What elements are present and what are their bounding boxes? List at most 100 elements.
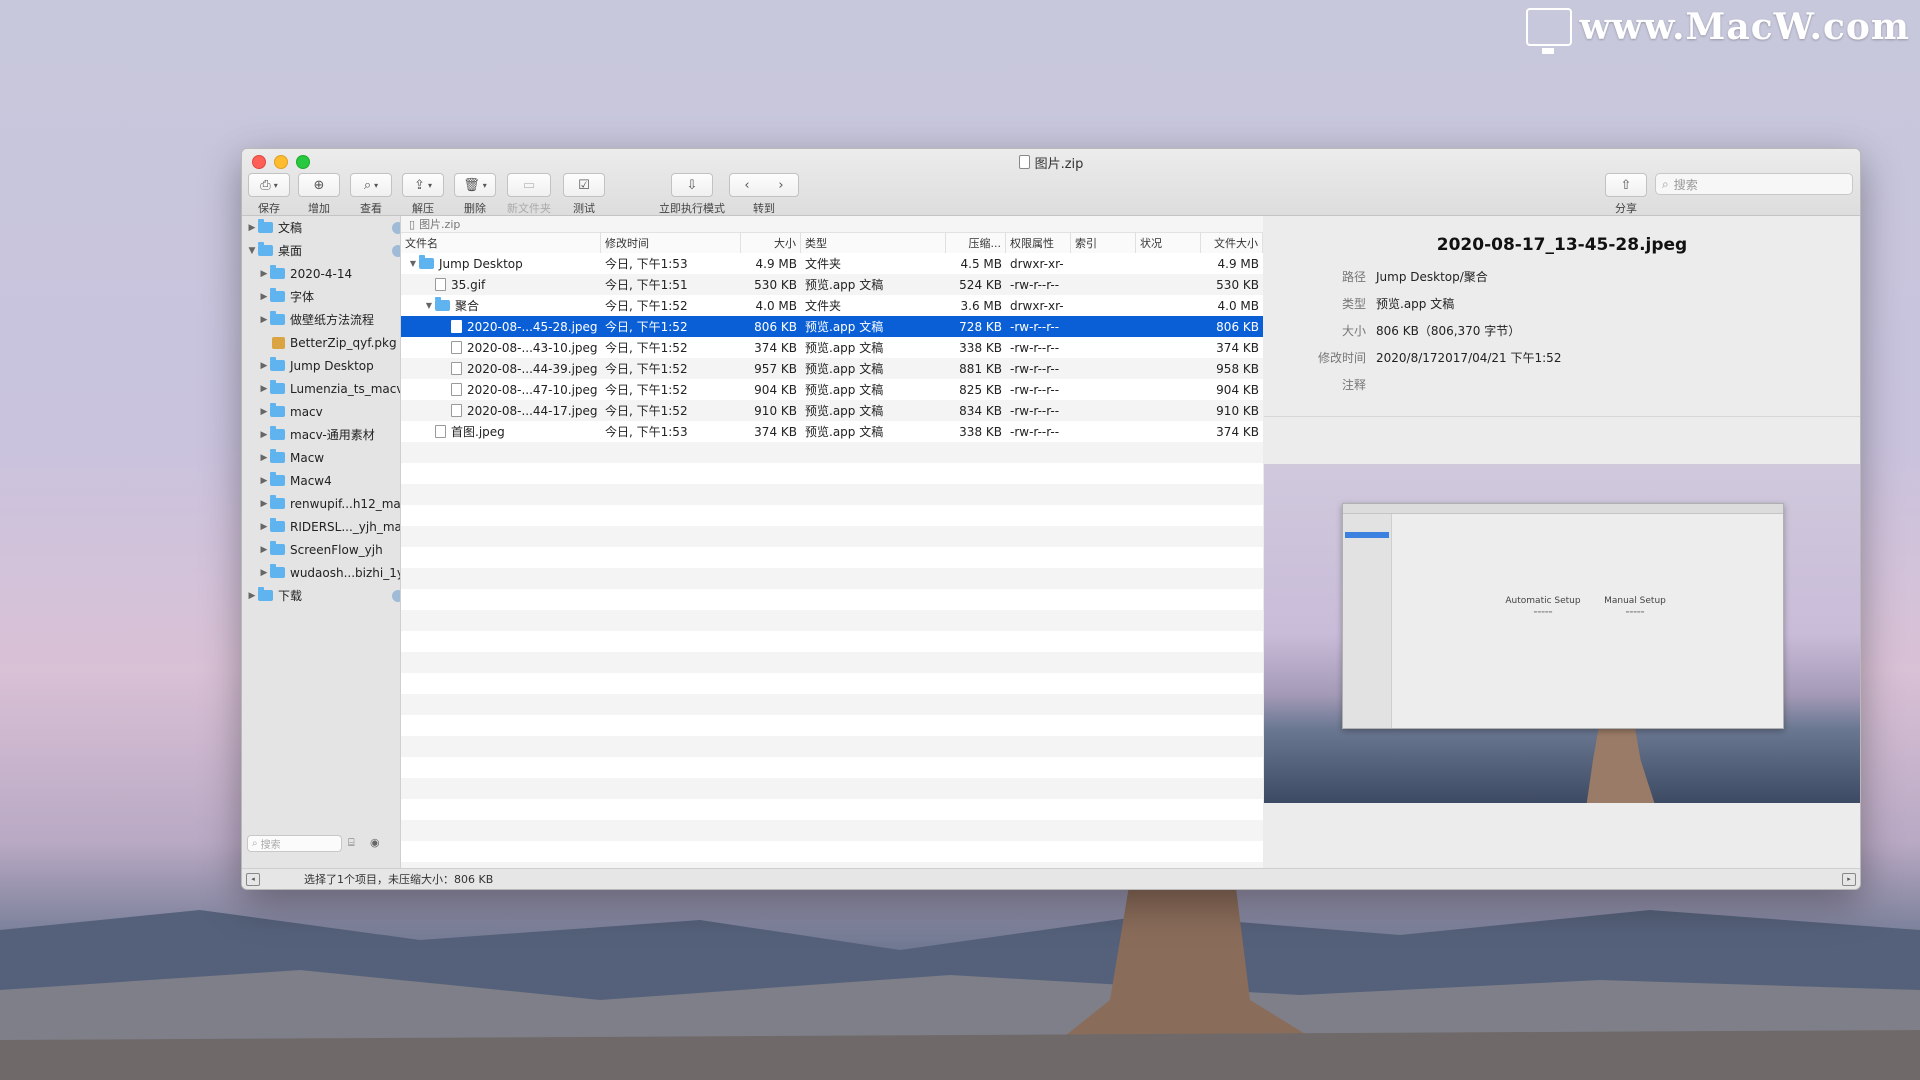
rock-formation <box>1586 728 1656 803</box>
table-row[interactable]: 2020-08-...43-10.jpeg 今日, 下午1:52 374 KB 预览.… <box>401 337 1263 358</box>
view-button[interactable]: ⌕ ▾ 查看 <box>349 173 393 216</box>
col-file-size[interactable]: 文件大小 <box>1201 233 1263 253</box>
sidebar-item[interactable]: ▶ renwupif...h12_mac <box>242 492 400 515</box>
file-rows: ▼ Jump Desktop 今日, 下午1:53 4.9 MB 文件夹 4.5 MB dr… <box>401 253 1263 869</box>
disclosure-closed-icon[interactable]: ▶ <box>246 591 258 601</box>
disclosure-closed-icon[interactable]: ▶ <box>258 568 270 578</box>
thumb-sidebar <box>1343 514 1392 728</box>
disclosure-open-icon[interactable]: ▼ <box>246 246 258 256</box>
col-compressed[interactable]: 压缩... <box>946 233 1006 253</box>
folder-icon <box>435 297 450 311</box>
chevron-right-icon[interactable]: › <box>778 178 783 193</box>
cell-date: 今日, 下午1:52 <box>605 362 688 376</box>
delete-button[interactable]: 🗑 ▾ 删除 <box>453 173 497 216</box>
disclosure-open-icon[interactable]: ▼ <box>407 259 419 268</box>
test-button[interactable]: ☑ 测试 <box>562 173 606 216</box>
search-input[interactable]: ⌕ 搜索 <box>1655 173 1853 195</box>
table-row[interactable]: 35.gif 今日, 下午1:51 530 KB 预览.app 文稿 524 KB -rw… <box>401 274 1263 295</box>
table-row[interactable]: 2020-08-...44-17.jpeg 今日, 下午1:52 910 KB 预览.… <box>401 400 1263 421</box>
extract-button[interactable]: ⇪ ▾ 解压 <box>401 173 445 216</box>
sidebar-eye-icon[interactable]: ◉ <box>370 836 386 852</box>
sidebar-list-icon[interactable]: ⌸ <box>348 836 364 852</box>
sidebar-item[interactable]: ▼ 桌面 <box>242 239 400 262</box>
disclosure-closed-icon[interactable]: ▶ <box>258 361 270 371</box>
disclosure-closed-icon[interactable]: ▶ <box>246 223 258 233</box>
share-button[interactable]: ⇧ 分享 <box>1604 173 1648 216</box>
sidebar-search-input[interactable]: ⌕ 搜索 <box>247 835 342 852</box>
col-size[interactable]: 大小 <box>741 233 801 253</box>
cell-compressed: 338 KB <box>959 340 1002 355</box>
sidebar-item[interactable]: ▶ wudaosh...bizhi_1y <box>242 561 400 584</box>
table-row[interactable]: 2020-08-...44-39.jpeg 今日, 下午1:52 957 KB 预览.… <box>401 358 1263 379</box>
col-index[interactable]: 索引 <box>1071 233 1136 253</box>
save-button[interactable]: ⎙ ▾ 保存 <box>248 173 290 216</box>
file-name: 35.gif <box>451 277 486 292</box>
disclosure-closed-icon[interactable]: ▶ <box>258 522 270 532</box>
cell-stat <box>1136 379 1201 400</box>
col-name[interactable]: 文件名 <box>401 233 601 253</box>
sidebar-item[interactable]: ▶ 下载 <box>242 584 400 607</box>
col-date[interactable]: 修改时间 <box>601 233 741 253</box>
new-folder-button[interactable]: ▭ 新文件夹 <box>505 173 553 216</box>
cell-stat <box>1136 253 1201 274</box>
folder-icon <box>419 255 434 269</box>
disclosure-closed-icon[interactable]: ▶ <box>258 315 270 325</box>
disclosure-closed-icon[interactable]: ▶ <box>258 499 270 509</box>
sidebar-toggle-icon[interactable]: ◂ <box>246 872 260 886</box>
cell-perm: -rw-r--r-- <box>1010 340 1060 355</box>
magnifier-icon: ⌕ <box>363 177 372 193</box>
sidebar-item[interactable]: ▶ RIDERSL..._yjh_ma <box>242 515 400 538</box>
cell-idx <box>1071 358 1136 379</box>
sidebar-item[interactable]: ▶ macv-通用素材 <box>242 423 400 446</box>
cell-compressed: 825 KB <box>959 382 1002 397</box>
table-row[interactable]: ▼ Jump Desktop 今日, 下午1:53 4.9 MB 文件夹 4.5 MB dr… <box>401 253 1263 274</box>
disclosure-closed-icon[interactable]: ▶ <box>258 476 270 486</box>
table-row[interactable]: ▼ 聚合 今日, 下午1:52 4.0 MB 文件夹 3.6 MB drwxr-xr- 4.0… <box>401 295 1263 316</box>
cell-date: 今日, 下午1:52 <box>605 341 688 355</box>
goto-control[interactable]: ‹ › 转到 <box>728 173 800 216</box>
delete-label: 删除 <box>464 202 486 215</box>
disclosure-closed-icon[interactable]: ▶ <box>258 545 270 555</box>
preview-toggle-icon[interactable]: ▸ <box>1842 872 1856 886</box>
sidebar-item-label: macv-通用素材 <box>290 428 375 442</box>
disclosure-closed-icon[interactable]: ▶ <box>258 384 270 394</box>
sidebar-item[interactable]: ▶ 字体 <box>242 285 400 308</box>
table-row[interactable]: 2020-08-...47-10.jpeg 今日, 下午1:52 904 KB 预览.… <box>401 379 1263 400</box>
status-bar: ◂ 选择了1个项目，未压缩大小：806 KB ▸ <box>242 868 1860 889</box>
sidebar-item[interactable]: ▶ ScreenFlow_yjh <box>242 538 400 561</box>
table-row[interactable]: 首图.jpeg 今日, 下午1:53 374 KB 预览.app 文稿 338 KB -r… <box>401 421 1263 442</box>
sidebar-item[interactable]: ▶ 文稿 <box>242 216 400 239</box>
cell-perm: -rw-r--r-- <box>1010 403 1060 418</box>
cell-compressed: 4.5 MB <box>960 256 1002 271</box>
sidebar-list: ▶ 文稿 ▼ 桌面 ▶ 2020-4-14 ▶ 字体 ▶ 做壁纸方法流程 BetterZip_qyf… <box>242 216 400 607</box>
col-perm[interactable]: 权限属性 <box>1006 233 1071 253</box>
preview-thumbnail: Automatic Setup ▬▬▬▬▬ Manual Setup ▬▬▬▬▬ <box>1342 503 1784 729</box>
disclosure-closed-icon[interactable]: ▶ <box>258 430 270 440</box>
sidebar-item[interactable]: ▶ Jump Desktop <box>242 354 400 377</box>
disclosure-closed-icon[interactable]: ▶ <box>258 269 270 279</box>
disclosure-open-icon[interactable]: ▼ <box>423 301 435 310</box>
disclosure-closed-icon[interactable]: ▶ <box>258 453 270 463</box>
table-row[interactable]: 2020-08-...45-28.jpeg 今日, 下午1:52 806 KB 预览.… <box>401 316 1263 337</box>
col-type[interactable]: 类型 <box>801 233 946 253</box>
run-mode-button[interactable]: ⇩ 立即执行模式 <box>652 173 732 216</box>
meta-value: 2020/8/172017/04/21 下午1:52 <box>1376 351 1562 365</box>
sidebar-item[interactable]: ▶ 2020-4-14 <box>242 262 400 285</box>
disclosure-closed-icon[interactable]: ▶ <box>258 407 270 417</box>
col-status[interactable]: 状况 <box>1136 233 1201 253</box>
sidebar-item[interactable]: BetterZip_qyf.pkg <box>242 331 400 354</box>
sidebar-item[interactable]: ▶ Macw4 <box>242 469 400 492</box>
cell-file_size: 910 KB <box>1216 403 1259 418</box>
sidebar-item[interactable]: ▶ Macw <box>242 446 400 469</box>
disclosure-closed-icon[interactable]: ▶ <box>258 292 270 302</box>
chevron-left-icon[interactable]: ‹ <box>744 178 749 193</box>
sidebar-item-label: 2020-4-14 <box>290 266 353 281</box>
sidebar-item[interactable]: ▶ Lumenzia_ts_macv <box>242 377 400 400</box>
sidebar-item[interactable]: ▶ 做壁纸方法流程 <box>242 308 400 331</box>
add-button[interactable]: ⊕ 增加 <box>297 173 341 216</box>
sidebar-item[interactable]: ▶ macv <box>242 400 400 423</box>
add-archive-icon: ⊕ <box>313 177 325 193</box>
watermark: www.MacW.com <box>1525 6 1910 54</box>
cell-perm: -rw-r--r-- <box>1010 424 1060 439</box>
cell-perm: -rw-r--r-- <box>1010 277 1060 292</box>
